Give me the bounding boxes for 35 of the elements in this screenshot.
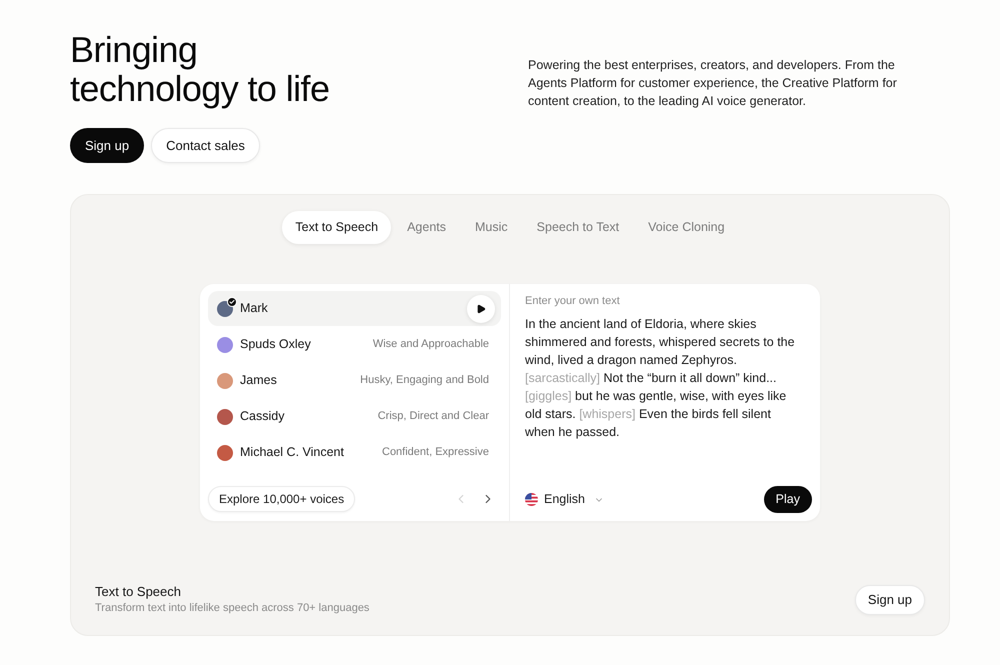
text-input-field[interactable]: In the ancient land of Eldoria, where skies shimmered and forests, whispered secrets to the wind, lived a dragon named Zephyros. [sarcastically] Not the “burn it all down” kind... [giggles] but he was gentle, wise, with eyes like old stars. [whispers] Even the birds fell silent when he passed. [525, 315, 798, 441]
tab[interactable]: Speech to Text [524, 211, 632, 244]
voice-description: Husky, Engaging and Bold [360, 373, 489, 388]
check-badge-icon [227, 296, 237, 306]
voice-item[interactable]: Mark [208, 291, 501, 326]
voice-name: Michael C. Vincent [240, 444, 344, 462]
language-select[interactable]: English [525, 486, 604, 512]
voice-item[interactable]: Cassidy Crisp, Direct and Clear [208, 399, 501, 434]
hero-heading: Bringing technology to life [70, 30, 330, 108]
explore-voices-button[interactable]: Explore 10,000+ voices [208, 486, 356, 512]
voice-name: Cassidy [240, 408, 284, 426]
us-flag-icon [525, 493, 538, 506]
voice-description: Crisp, Direct and Clear [378, 409, 489, 424]
preview-play-button[interactable] [467, 294, 495, 322]
voice-item[interactable]: Spuds Oxley Wise and Approachable [208, 327, 501, 362]
tab[interactable]: Music [462, 211, 521, 244]
voice-description: Confident, Expressive [382, 445, 489, 460]
text-field-label: Enter your own text [525, 294, 620, 308]
play-button[interactable]: Play [764, 486, 812, 513]
section-subtitle: Transform text into lifelike speech across 70+ languages [95, 601, 370, 615]
hero-description: Powering the best enterprises, creators, and developers. From the Agents Platform for customer experience, the Creative Platform for content creation, to the leading AI voice generator. [528, 57, 898, 110]
tab[interactable]: Agents [394, 211, 460, 244]
voice-name: Spuds Oxley [240, 336, 311, 354]
tab[interactable]: Voice Cloning [635, 211, 738, 244]
voice-item[interactable]: James Husky, Engaging and Bold [208, 363, 501, 398]
section-title: Text to Speech [95, 584, 181, 600]
sign-up-button[interactable]: Sign up [70, 128, 144, 163]
tab[interactable]: Text to Speech [282, 211, 392, 244]
voice-name: Mark [240, 300, 268, 318]
contact-sales-button[interactable]: Contact sales [151, 128, 260, 163]
voice-item[interactable]: Michael C. Vincent Confident, Expressive [208, 435, 501, 470]
sign-up-button[interactable]: Sign up [854, 584, 925, 614]
voice-name: James [240, 372, 277, 390]
play-icon [476, 304, 486, 314]
voice-description: Wise and Approachable [372, 337, 489, 352]
